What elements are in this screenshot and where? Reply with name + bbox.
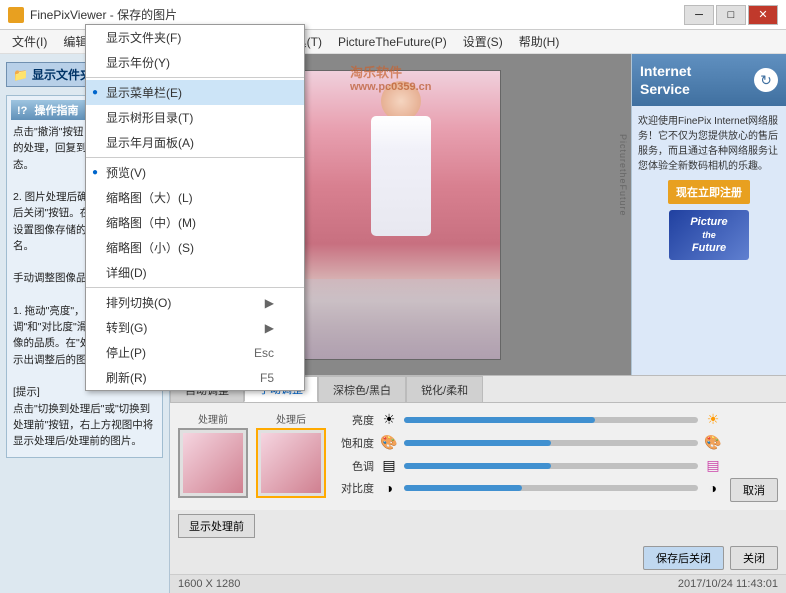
internet-service-header: Internet Service ↻ [632,54,786,106]
controls-grid: 处理前 处理后 亮度 ☀ [170,403,786,510]
display-before-button[interactable]: 显示处理前 [178,514,255,538]
after-label: 处理后 [256,411,326,426]
picture-future-panel: PicturetheFuture 欢迎使用FinePix Internet网络服… [632,106,786,375]
goto-arrow-icon: ▶ [265,321,274,335]
refresh-shortcut: F5 [260,371,274,385]
separator-1 [86,77,304,78]
tab-sharpen[interactable]: 锐化/柔和 [406,376,483,402]
hue-label: 色调 [334,458,374,474]
contrast-low-icon: ◑ [380,480,398,496]
right-panel: Internet Service ↻ PicturetheFuture 欢迎使用… [631,54,786,375]
datetime-text: 2017/10/24 11:43:01 [678,578,778,590]
menu-goto[interactable]: 转到(G) ▶ [86,315,304,340]
saturation-low-icon: 🎨 [380,434,398,451]
menu-stop[interactable]: 停止(P) Esc [86,340,304,365]
menu-file[interactable]: 文件(I) [4,31,55,52]
status-bar: 1600 X 1280 2017/10/24 11:43:01 [170,574,786,593]
close-button[interactable]: ✕ [748,5,778,25]
contrast-label: 对比度 [334,480,374,496]
separator-2 [86,157,304,158]
contrast-high-icon: ◑ [704,480,722,496]
separator-3 [86,287,304,288]
after-thumbnail-area: 处理后 [256,411,326,502]
maximize-button[interactable]: □ [716,5,746,25]
menu-picturethefuture[interactable]: PictureTheFuture(P) [330,33,455,51]
display-before-area: 显示处理前 [170,510,786,542]
window-title: FinePixViewer - 保存的图片 [30,6,177,23]
saturation-track[interactable] [404,440,698,446]
menu-preview[interactable]: 预览(V) [86,160,304,185]
menu-show-menu[interactable]: 显示菜单栏(E) [86,80,304,105]
menu-show-tree[interactable]: 显示树形目录(T) [86,105,304,130]
save-close-button[interactable]: 保存后关闭 [643,546,724,570]
brightness-track[interactable] [404,417,698,423]
folder-icon: 📁 [13,68,28,82]
menu-thumbnail-medium[interactable]: 缩略图（中）(M) [86,210,304,235]
contrast-row: 对比度 ◑ ◑ [334,480,722,496]
save-close-row: 保存后关闭 关闭 [170,542,786,574]
saturation-label: 饱和度 [334,435,374,451]
dropdown-menu: 显示文件夹(F) 显示年份(Y) 显示菜单栏(E) 显示树形目录(T) 显示年月… [85,24,305,391]
cancel-button[interactable]: 取消 [730,478,778,502]
menu-thumbnail-small[interactable]: 缩略图（小）(S) [86,235,304,260]
before-thumbnail [178,428,248,498]
tab-dark[interactable]: 深棕色/黑白 [318,376,406,402]
sort-arrow-icon: ▶ [265,296,274,310]
app-icon [8,7,24,23]
window-controls: ─ □ ✕ [684,5,778,25]
before-label: 处理前 [178,411,248,426]
pf-description: 欢迎使用FinePix Internet网络服务！它不仅为您提供放心的售后服务，… [638,114,780,174]
menu-detail[interactable]: 详细(D) [86,260,304,285]
saturation-high-icon: 🎨 [704,434,722,451]
minimize-button[interactable]: ─ [684,5,714,25]
menu-show-folder[interactable]: 显示文件夹(F) [86,25,304,50]
hue-track[interactable] [404,463,698,469]
resolution-text: 1600 X 1280 [178,578,240,590]
before-thumbnail-area: 处理前 [178,411,248,502]
menu-refresh[interactable]: 刷新(R) F5 [86,365,304,390]
brightness-low-icon: ☀ [380,411,398,428]
brightness-label: 亮度 [334,412,374,428]
picture-future-logo: Picture the Future [669,210,749,260]
hue-row: 色调 ▤ ▤ [334,457,722,474]
contrast-track[interactable] [404,485,698,491]
watermark: 淘乐软件 www.pc0359.cn [350,62,432,93]
internet-service-title: Internet Service [640,62,691,98]
internet-service-icon: ↻ [754,68,778,92]
menu-show-year[interactable]: 显示年份(Y) [86,50,304,75]
saturation-row: 饱和度 🎨 🎨 [334,434,722,451]
bottom-controls: 自动调整 手动调整 深棕色/黑白 锐化/柔和 处理前 处理后 [170,375,786,593]
picture-future-vertical-text: PicturetheFuture [618,134,628,334]
register-button[interactable]: 现在立即注册 [668,180,750,204]
menu-show-month[interactable]: 显示年月面板(A) [86,130,304,155]
hue-high-icon: ▤ [704,457,722,474]
menu-sort[interactable]: 排列切换(O) ▶ [86,290,304,315]
brightness-high-icon: ☀ [704,411,722,428]
stop-shortcut: Esc [254,346,274,360]
menu-settings[interactable]: 设置(S) [455,31,511,52]
menu-thumbnail-large[interactable]: 缩略图（大）(L) [86,185,304,210]
sliders-area: 亮度 ☀ ☀ 饱和度 🎨 🎨 色调 ▤ [334,411,722,502]
cancel-area: 取消 [730,411,778,502]
hue-low-icon: ▤ [380,457,398,474]
brightness-row: 亮度 ☀ ☀ [334,411,722,428]
menu-help[interactable]: 帮助(H) [511,31,568,52]
after-thumbnail [256,428,326,498]
close-button-bottom[interactable]: 关闭 [730,546,778,570]
sidebar-header-label: 显示文件夹 [32,66,92,83]
